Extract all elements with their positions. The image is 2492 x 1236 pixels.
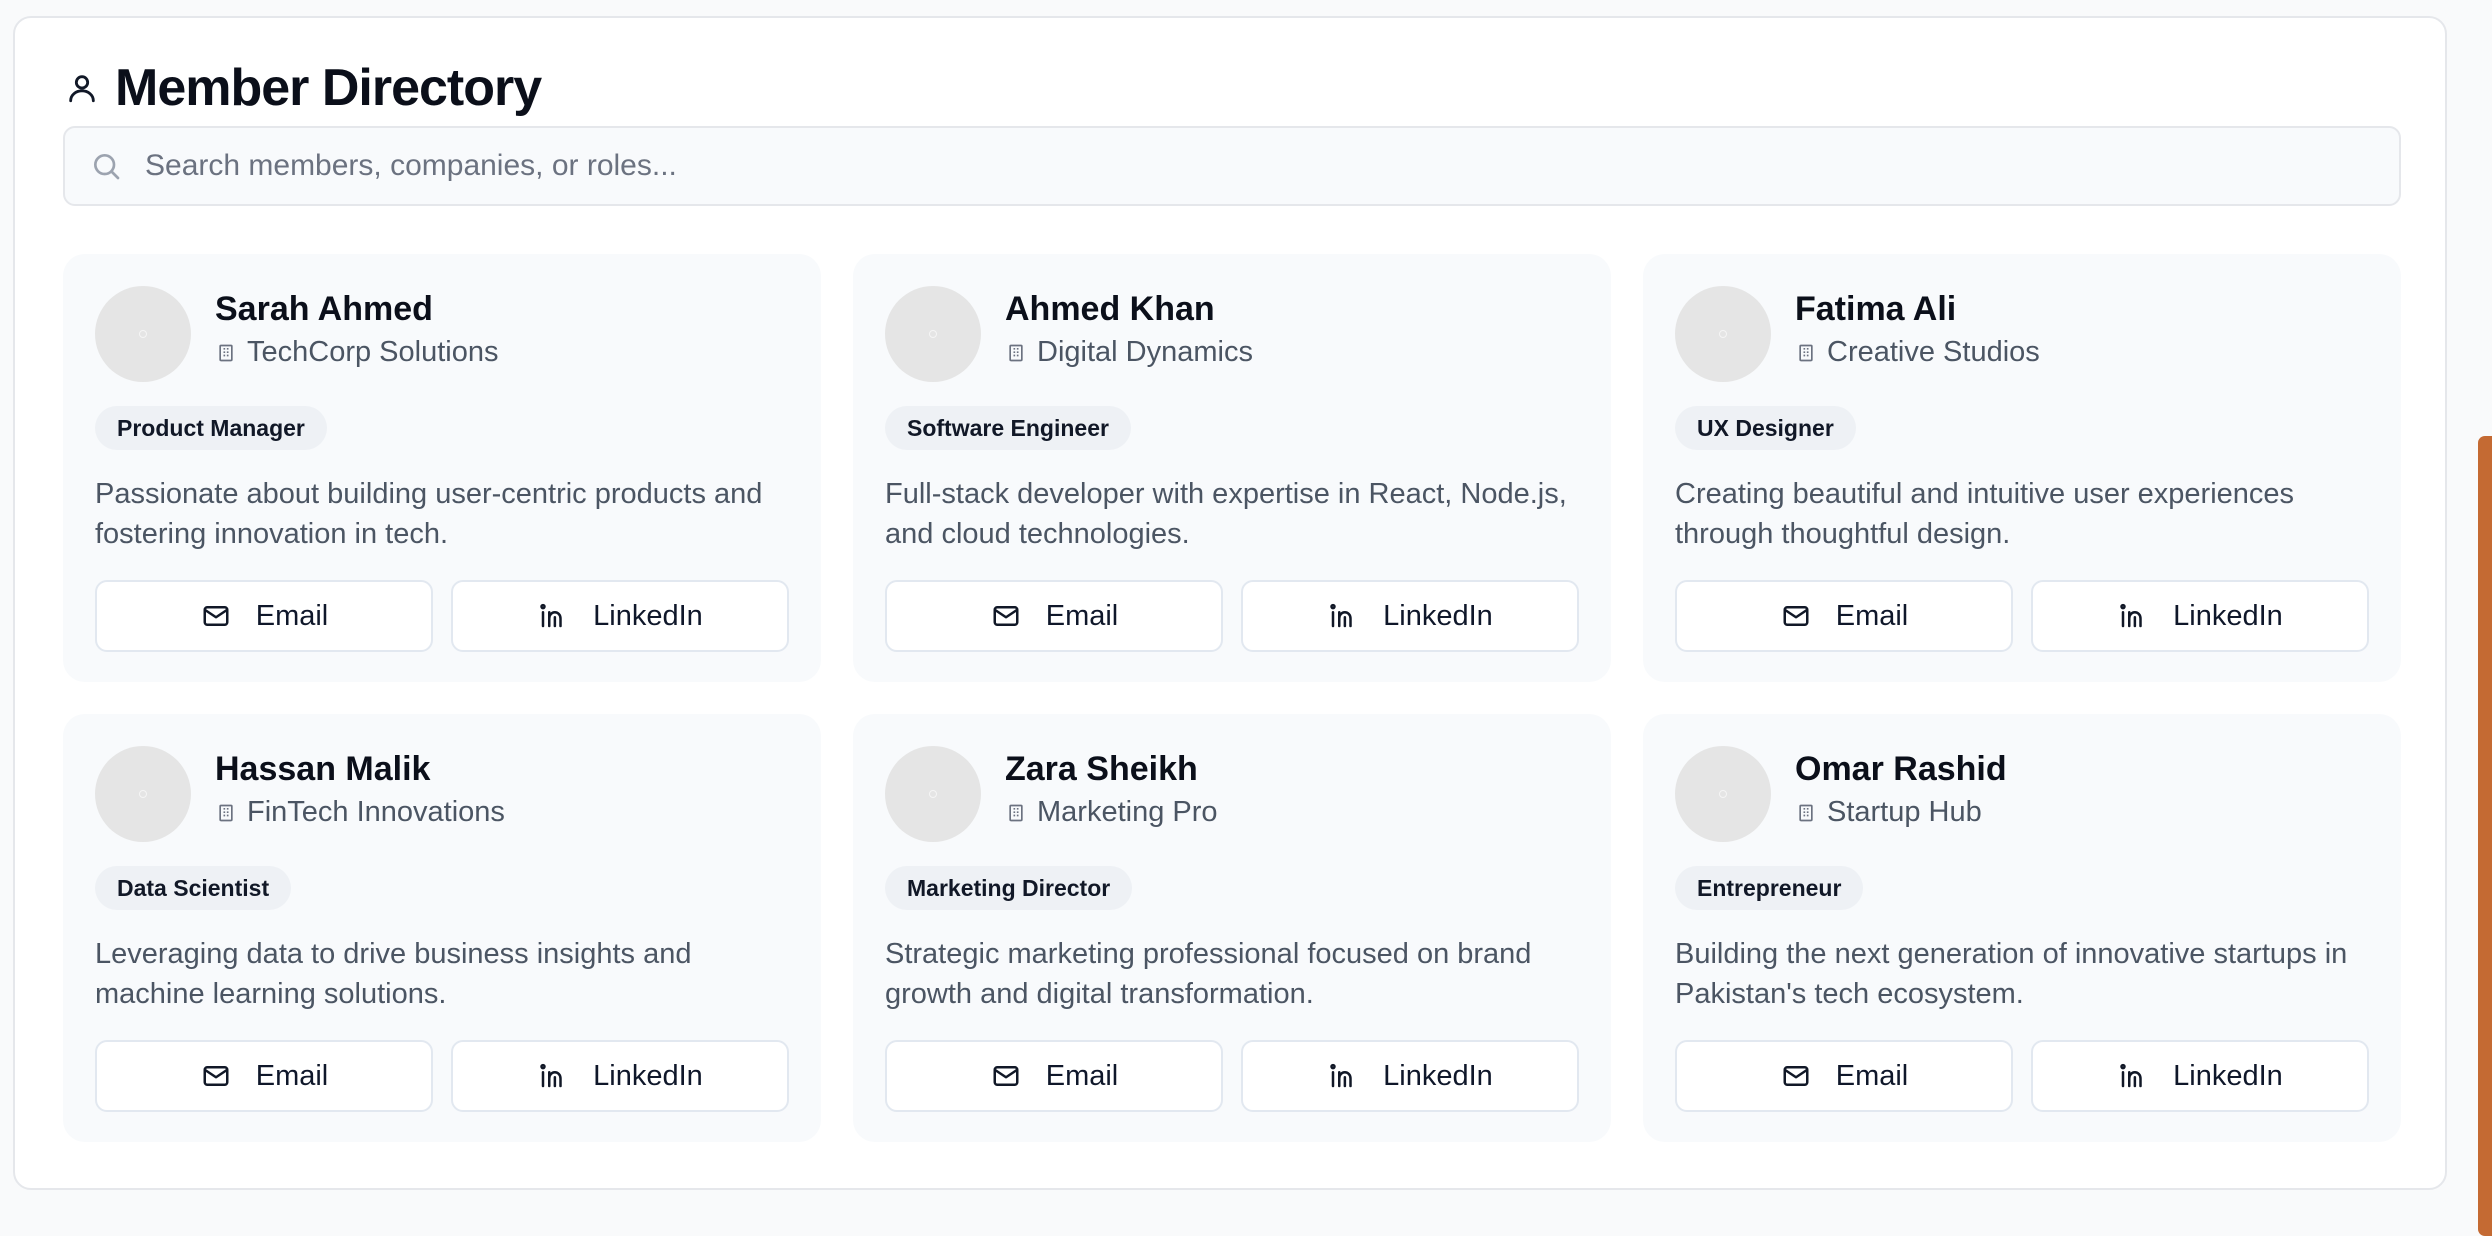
building-icon xyxy=(215,342,237,364)
member-name: Fatima Ali xyxy=(1795,290,1957,328)
member-company-label: TechCorp Solutions xyxy=(247,336,499,368)
member-bio: Passionate about building user-centric p… xyxy=(95,478,763,550)
member-company-label: FinTech Innovations xyxy=(247,796,505,828)
role-badge: Product Manager xyxy=(95,406,327,450)
member-company: TechCorp Solutions xyxy=(215,336,498,369)
member-company: Startup Hub xyxy=(1795,796,1982,829)
mail-icon xyxy=(1780,600,1812,632)
email-button[interactable]: Email xyxy=(1675,580,2013,652)
member-company-label: Marketing Pro xyxy=(1037,796,1218,828)
member-bio: Building the next generation of innovati… xyxy=(1675,938,2348,1010)
building-icon xyxy=(1795,342,1817,364)
email-button[interactable]: Email xyxy=(95,580,433,652)
linkedin-icon xyxy=(537,600,569,632)
search-bar[interactable] xyxy=(63,126,2401,206)
building-icon xyxy=(1005,802,1027,824)
mail-icon xyxy=(200,1060,232,1092)
linkedin-button[interactable]: LinkedIn xyxy=(451,1040,789,1112)
role-badge: Entrepreneur xyxy=(1675,866,1864,910)
member-directory-panel: Member Directory Sarah Ahmed TechCorp So… xyxy=(13,16,2447,1190)
mail-icon xyxy=(1780,1060,1812,1092)
member-card: Sarah Ahmed TechCorp Solutions Product M… xyxy=(63,254,821,682)
email-button[interactable]: Email xyxy=(885,1040,1223,1112)
member-actions: Email LinkedIn xyxy=(885,1040,1579,1112)
member-name: Omar Rashid xyxy=(1795,750,2007,788)
member-company-label: Startup Hub xyxy=(1827,796,1982,828)
linkedin-icon xyxy=(1327,1060,1359,1092)
linkedin-icon xyxy=(2117,1060,2149,1092)
email-button[interactable]: Email xyxy=(885,580,1223,652)
email-button[interactable]: Email xyxy=(95,1040,433,1112)
linkedin-button[interactable]: LinkedIn xyxy=(451,580,789,652)
email-button-label: Email xyxy=(255,599,329,632)
member-actions: Email LinkedIn xyxy=(885,580,1579,652)
linkedin-icon xyxy=(1327,600,1359,632)
email-button-label: Email xyxy=(1835,1059,1909,1092)
linkedin-button[interactable]: LinkedIn xyxy=(1241,1040,1579,1112)
email-button-label: Email xyxy=(1835,599,1909,632)
linkedin-icon xyxy=(2117,600,2149,632)
member-name: Zara Sheikh xyxy=(1005,750,1198,788)
email-button-label: Email xyxy=(255,1059,329,1092)
linkedin-button-label: LinkedIn xyxy=(1383,1059,1493,1092)
member-name: Ahmed Khan xyxy=(1005,290,1215,328)
member-bio: Leveraging data to drive business insigh… xyxy=(95,938,692,1010)
email-button[interactable]: Email xyxy=(1675,1040,2013,1112)
member-actions: Email LinkedIn xyxy=(1675,1040,2369,1112)
member-card: Ahmed Khan Digital Dynamics Software Eng… xyxy=(853,254,1611,682)
building-icon xyxy=(1005,342,1027,364)
role-badge: Software Engineer xyxy=(885,406,1131,450)
member-name: Sarah Ahmed xyxy=(215,290,433,328)
avatar xyxy=(885,286,981,382)
member-company: FinTech Innovations xyxy=(215,796,505,829)
member-name: Hassan Malik xyxy=(215,750,431,788)
member-card: Fatima Ali Creative Studios UX Designer … xyxy=(1643,254,2401,682)
member-company: Creative Studios xyxy=(1795,336,2040,369)
member-actions: Email LinkedIn xyxy=(95,580,789,652)
member-grid: Sarah Ahmed TechCorp Solutions Product M… xyxy=(63,254,2401,1142)
linkedin-button-label: LinkedIn xyxy=(593,599,703,632)
page-header: Member Directory xyxy=(63,58,542,118)
linkedin-button[interactable]: LinkedIn xyxy=(1241,580,1579,652)
mail-icon xyxy=(990,1060,1022,1092)
role-badge: Marketing Director xyxy=(885,866,1133,910)
member-bio: Strategic marketing professional focused… xyxy=(885,938,1532,1010)
role-badge: Data Scientist xyxy=(95,866,292,910)
member-company: Digital Dynamics xyxy=(1005,336,1253,369)
linkedin-button-label: LinkedIn xyxy=(1383,599,1493,632)
member-card: Omar Rashid Startup Hub Entrepreneur Bui… xyxy=(1643,714,2401,1142)
linkedin-button-label: LinkedIn xyxy=(2173,1059,2283,1092)
member-company: Marketing Pro xyxy=(1005,796,1218,829)
avatar xyxy=(885,746,981,842)
email-button-label: Email xyxy=(1045,1059,1119,1092)
email-button-label: Email xyxy=(1045,599,1119,632)
member-actions: Email LinkedIn xyxy=(1675,580,2369,652)
mail-icon xyxy=(990,600,1022,632)
member-card: Hassan Malik FinTech Innovations Data Sc… xyxy=(63,714,821,1142)
avatar xyxy=(1675,746,1771,842)
page-title: Member Directory xyxy=(115,59,542,117)
search-icon xyxy=(89,149,123,183)
mail-icon xyxy=(200,600,232,632)
building-icon xyxy=(1795,802,1817,824)
linkedin-button[interactable]: LinkedIn xyxy=(2031,1040,2369,1112)
scrollbar[interactable] xyxy=(2478,436,2492,1236)
linkedin-button-label: LinkedIn xyxy=(593,1059,703,1092)
avatar xyxy=(95,746,191,842)
linkedin-button[interactable]: LinkedIn xyxy=(2031,580,2369,652)
member-bio: Creating beautiful and intuitive user ex… xyxy=(1675,478,2295,550)
member-bio: Full-stack developer with expertise in R… xyxy=(885,478,1567,550)
building-icon xyxy=(215,802,237,824)
user-icon xyxy=(63,69,101,107)
linkedin-icon xyxy=(537,1060,569,1092)
member-card: Zara Sheikh Marketing Pro Marketing Dire… xyxy=(853,714,1611,1142)
member-company-label: Creative Studios xyxy=(1827,336,2040,368)
avatar xyxy=(1675,286,1771,382)
member-actions: Email LinkedIn xyxy=(95,1040,789,1112)
search-input[interactable] xyxy=(145,149,2345,183)
member-company-label: Digital Dynamics xyxy=(1037,336,1253,368)
role-badge: UX Designer xyxy=(1675,406,1856,450)
linkedin-button-label: LinkedIn xyxy=(2173,599,2283,632)
avatar xyxy=(95,286,191,382)
